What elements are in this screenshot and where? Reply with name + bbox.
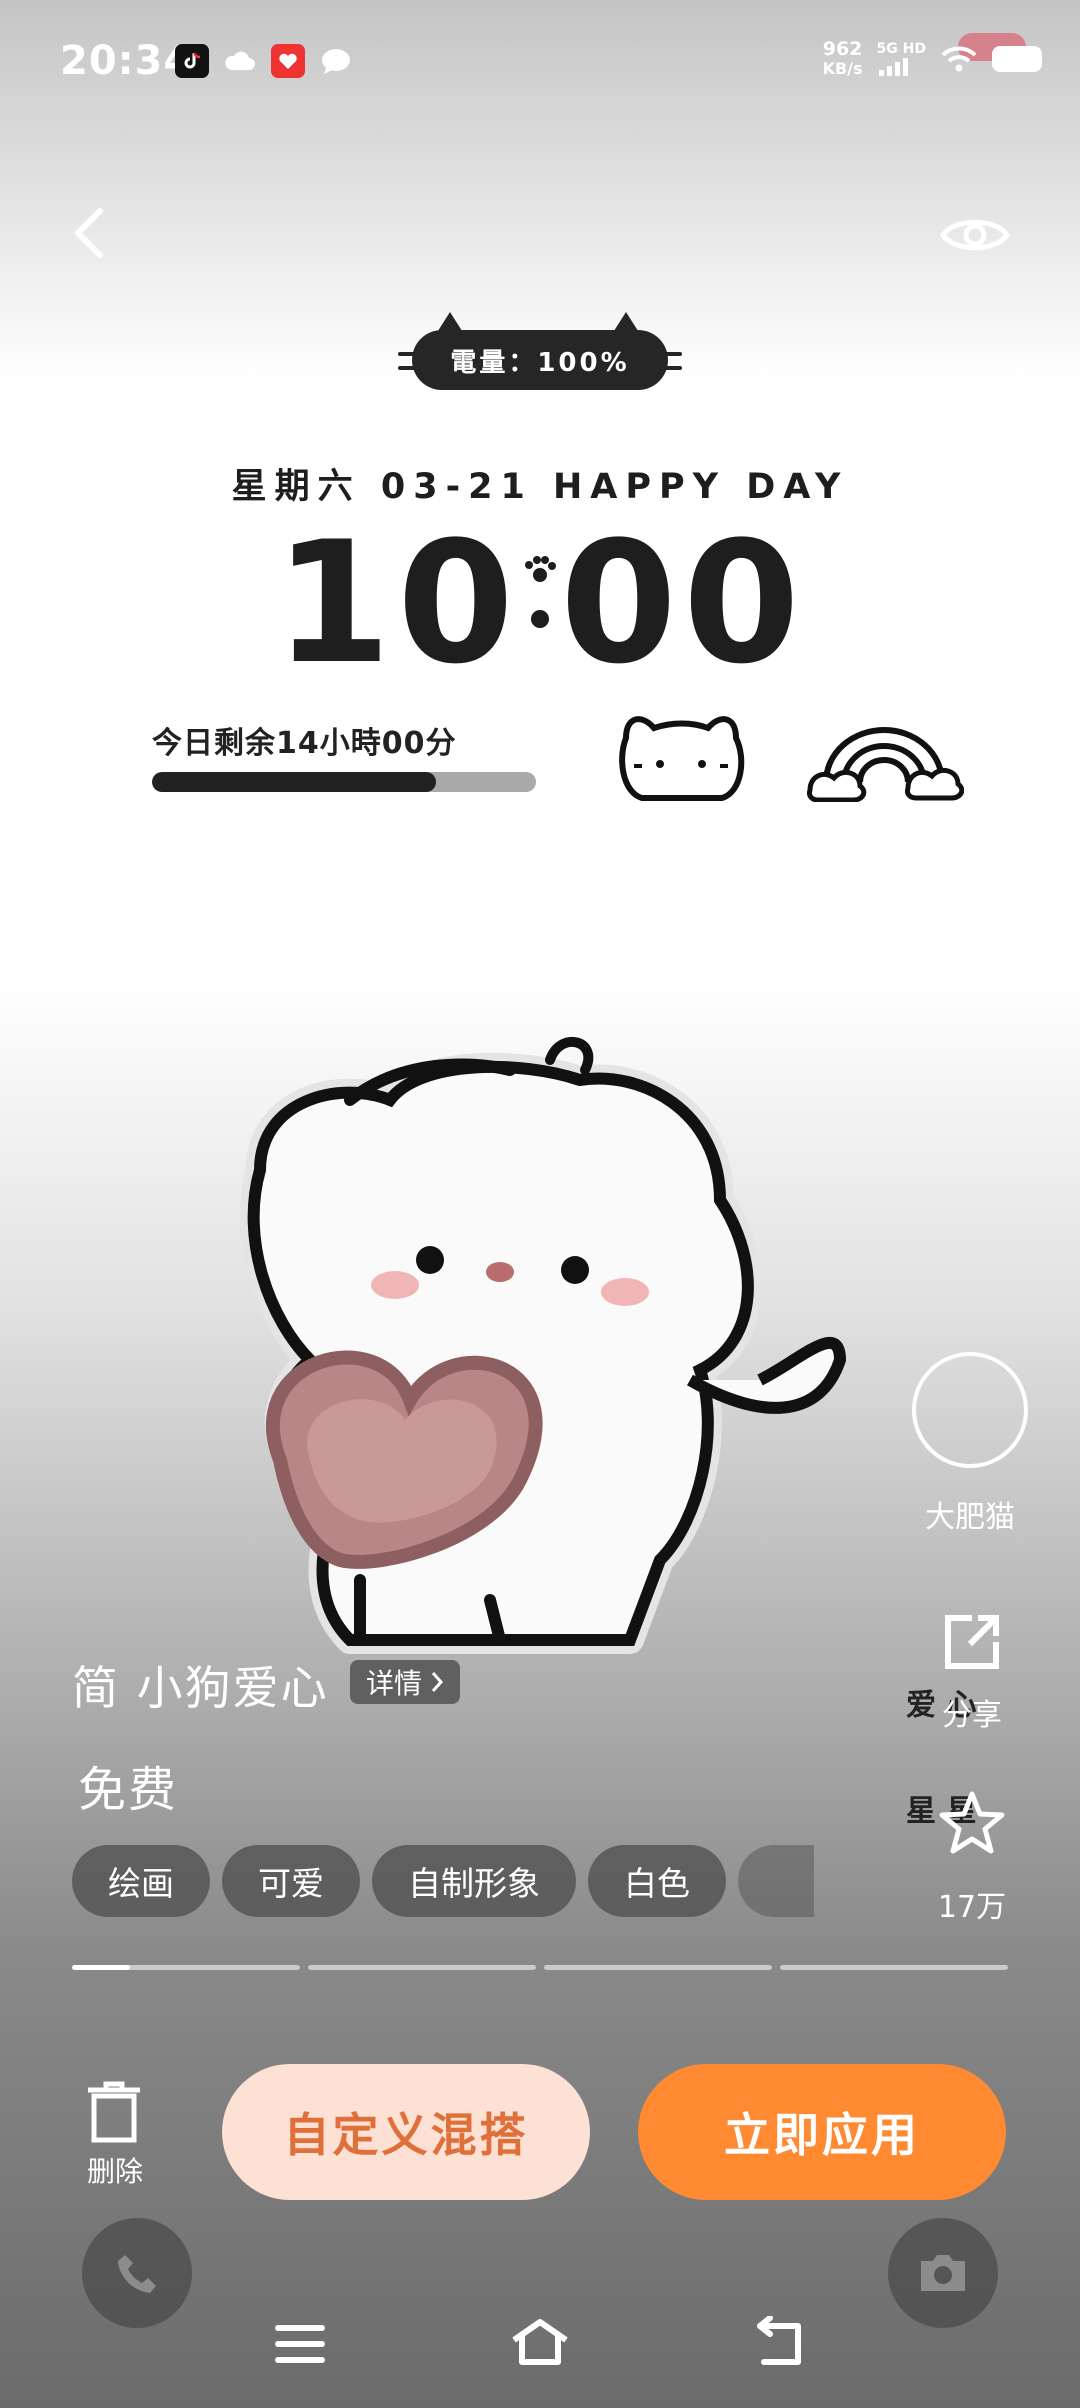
tiktok-icon [175, 44, 209, 78]
preview-eye-button[interactable] [940, 210, 1010, 260]
tag-chip[interactable]: 白色 [588, 1845, 726, 1917]
price-label: 免费 [78, 1762, 179, 1818]
back-button[interactable] [70, 205, 110, 265]
pager-active-indicator [72, 1965, 130, 1970]
details-label: 详情 [366, 1667, 423, 1700]
menu-nav-button[interactable] [272, 2320, 328, 2368]
phone-icon [118, 2255, 156, 2293]
signal-bars-icon [878, 58, 908, 76]
tag-chip[interactable]: 自制形象 [372, 1845, 576, 1917]
cell-signal: 5G HD [877, 42, 926, 76]
author-avatar[interactable] [912, 1352, 1028, 1468]
camera-icon [921, 2255, 965, 2291]
phone-shortcut[interactable] [82, 2218, 192, 2328]
date-line: 星期六 03-21 HAPPY DAY [231, 467, 849, 507]
apply-button[interactable]: 立即应用 [638, 2064, 1006, 2200]
notification-icons [175, 44, 353, 78]
back-nav-button[interactable] [752, 2316, 812, 2368]
share-button[interactable] [942, 1612, 1002, 1672]
home-nav-button[interactable] [508, 2316, 572, 2368]
pager-segment [780, 1965, 1008, 1970]
network-speed: 962 KB/s [822, 38, 863, 79]
remaining-time: 今日剩余14小時00分 [152, 726, 457, 761]
trash-icon[interactable] [84, 2080, 144, 2144]
paw-separator-icon [520, 555, 560, 675]
delete-label[interactable]: 删除 [80, 2150, 150, 2190]
theme-title: 简 小狗爱心 [72, 1661, 329, 1715]
status-time: 20:34 [60, 38, 193, 84]
red-app-icon [271, 44, 305, 78]
battery-badge: 電量：100% [412, 330, 668, 390]
tag-chip-partial[interactable] [738, 1845, 814, 1917]
day-progress-bar [152, 772, 536, 792]
network-speed-unit: KB/s [822, 59, 863, 78]
cloud-icon [223, 44, 257, 78]
pager-segment [308, 1965, 536, 1970]
custom-mix-button[interactable]: 自定义混搭 [222, 2064, 590, 2200]
clock-minute: 00 [560, 505, 806, 701]
author-name[interactable]: 大肥猫 [900, 1492, 1040, 1536]
clock: 10 00 [0, 518, 1080, 688]
day-progress-fill [152, 772, 437, 792]
details-button[interactable]: 详情 [350, 1660, 461, 1704]
wifi-icon [941, 46, 977, 72]
share-label[interactable]: 分享 [902, 1690, 1042, 1734]
chat-bubble-icon [319, 44, 353, 78]
tag-chip[interactable]: 可爱 [222, 1845, 360, 1917]
battery-icon [992, 46, 1042, 72]
camera-shortcut[interactable] [888, 2218, 998, 2328]
favorite-star-button[interactable] [938, 1790, 1006, 1856]
rainbow-icon [807, 727, 964, 802]
pager-segment [544, 1965, 772, 1970]
clock-hour: 10 [274, 505, 520, 701]
signal-label: 5G HD [876, 41, 926, 57]
pager-segment [72, 1965, 300, 1970]
tag-list: 绘画 可爱 自制形象 白色 [72, 1845, 814, 1917]
preview-pager [72, 1965, 1008, 1970]
puppy-heart-illustration [239, 1037, 847, 1654]
system-status: 962 KB/s 5G HD [823, 40, 1042, 78]
chevron-right-icon [431, 1672, 444, 1692]
favorite-count: 17万 [937, 1890, 1007, 1925]
cat-doodle-icon [619, 716, 745, 801]
network-speed-value: 962 [822, 38, 863, 60]
tag-chip[interactable]: 绘画 [72, 1845, 210, 1917]
